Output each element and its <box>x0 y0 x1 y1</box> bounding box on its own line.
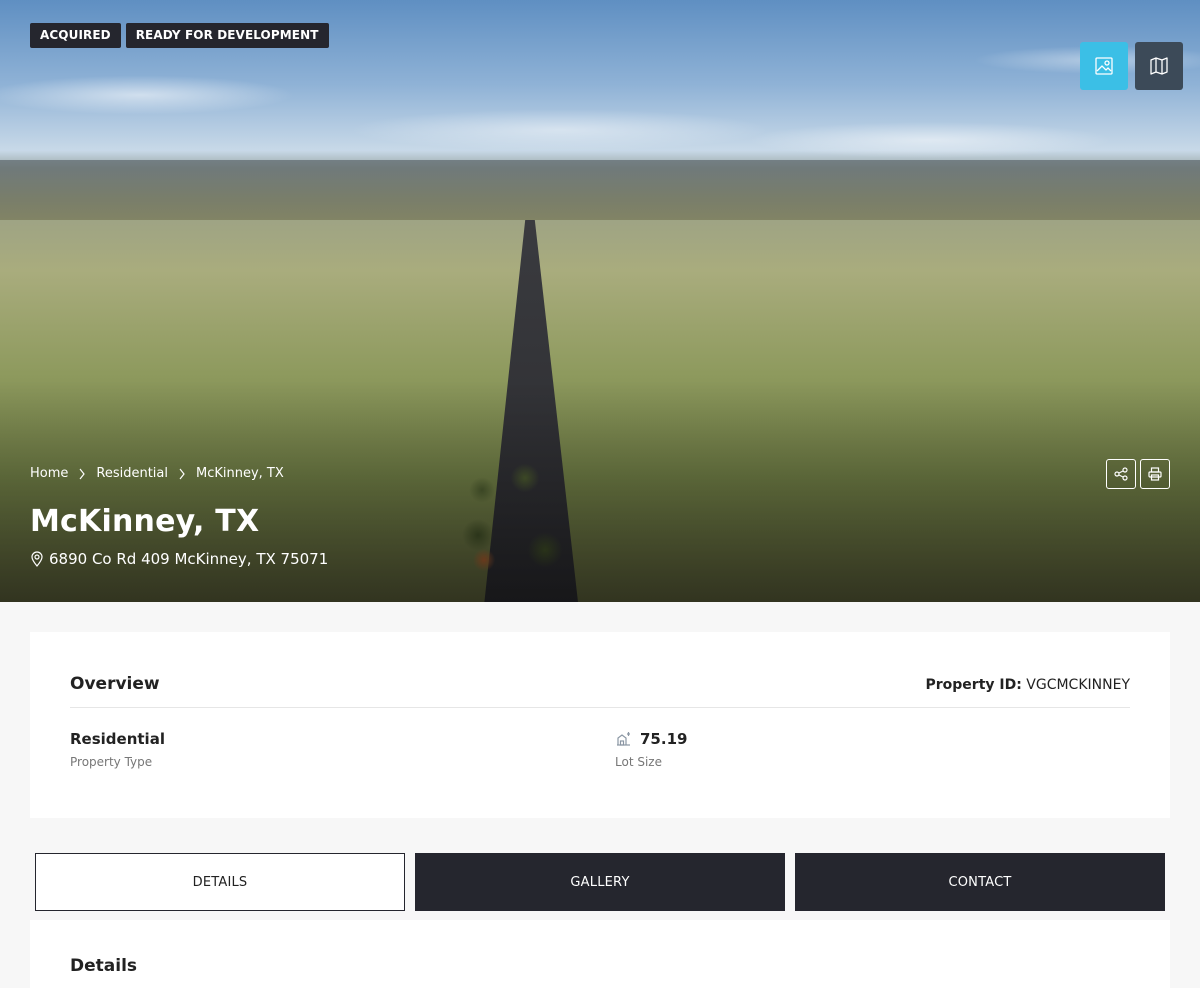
page-title: McKinney, TX <box>30 504 260 539</box>
breadcrumb: Home Residential McKinney, TX <box>30 466 284 481</box>
tab-details[interactable]: DETAILS <box>35 853 405 911</box>
share-icon <box>1114 467 1128 481</box>
tab-contact[interactable]: CONTACT <box>795 853 1165 911</box>
view-toggle <box>1080 42 1183 90</box>
chevron-right-icon <box>178 468 186 480</box>
lot-size-value: 75.19 <box>640 730 688 748</box>
share-button[interactable] <box>1106 459 1136 489</box>
overview-card: Overview Property ID: VGCMCKINNEY Reside… <box>30 632 1170 818</box>
status-badges: ACQUIRED READY FOR DEVELOPMENT <box>30 23 329 48</box>
map-icon <box>1150 57 1168 75</box>
badge-acquired: ACQUIRED <box>30 23 121 48</box>
breadcrumb-current: McKinney, TX <box>196 466 284 481</box>
print-button[interactable] <box>1140 459 1170 489</box>
page-tools <box>1106 459 1170 489</box>
property-type-value: Residential <box>70 730 165 748</box>
property-address: 6890 Co Rd 409 McKinney, TX 75071 <box>31 550 328 568</box>
breadcrumb-home[interactable]: Home <box>30 466 68 481</box>
details-panel: Details <box>30 920 1170 988</box>
lot-size-label: Lot Size <box>615 755 662 769</box>
property-id: Property ID: VGCMCKINNEY <box>926 677 1131 693</box>
chevron-right-icon <box>78 468 86 480</box>
overview-header: Overview Property ID: VGCMCKINNEY <box>70 674 1130 708</box>
address-text: 6890 Co Rd 409 McKinney, TX 75071 <box>49 550 329 568</box>
map-pin-icon <box>31 551 43 567</box>
hero-banner: ACQUIRED READY FOR DEVELOPMENT Home Resi… <box>0 0 1200 602</box>
property-id-label: Property ID: <box>925 677 1022 693</box>
breadcrumb-residential[interactable]: Residential <box>96 466 168 481</box>
section-tabs: DETAILS GALLERY CONTACT <box>35 853 1165 911</box>
lot-size-icon <box>617 732 630 746</box>
badge-ready-for-development: READY FOR DEVELOPMENT <box>125 23 329 48</box>
property-id-value: VGCMCKINNEY <box>1026 677 1130 693</box>
property-type-stat: Residential Property Type <box>70 730 165 769</box>
lot-size-stat: 75.19 Lot Size <box>615 730 687 769</box>
details-title: Details <box>70 956 138 976</box>
overview-title: Overview <box>70 674 160 694</box>
print-icon <box>1148 467 1162 481</box>
map-view-button[interactable] <box>1135 42 1183 90</box>
property-type-label: Property Type <box>70 755 153 769</box>
tab-gallery[interactable]: GALLERY <box>415 853 785 911</box>
photo-view-button[interactable] <box>1080 42 1128 90</box>
hero-shade <box>0 380 1200 602</box>
image-icon <box>1095 57 1113 75</box>
